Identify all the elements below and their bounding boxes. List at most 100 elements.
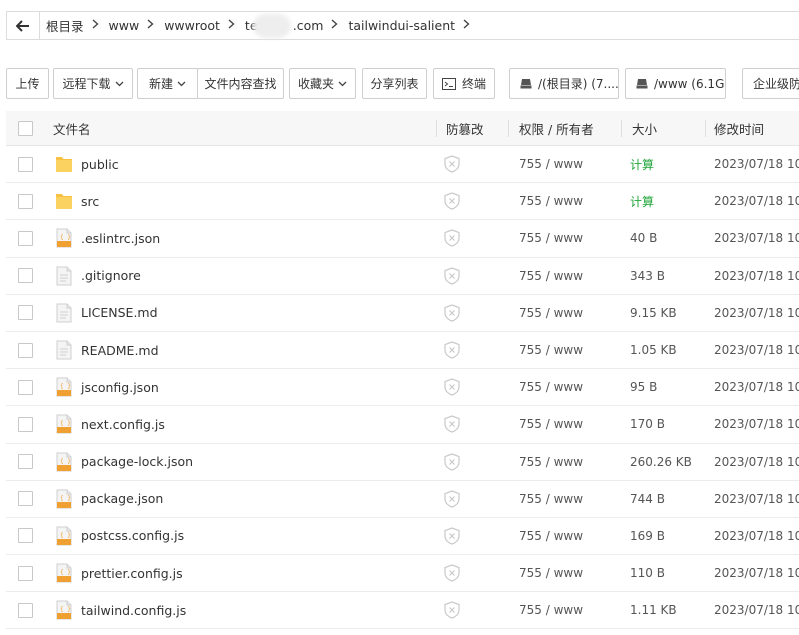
share-list-button[interactable]: 分享列表	[362, 68, 427, 99]
file-size[interactable]: 计算	[630, 146, 654, 182]
file-name[interactable]: public	[55, 146, 119, 182]
tamper-shield-icon[interactable]	[444, 444, 460, 480]
enterprise-protection-button[interactable]: 企业级防	[742, 68, 799, 99]
row-checkbox[interactable]	[18, 258, 33, 294]
tamper-shield-icon[interactable]	[444, 258, 460, 294]
code-file-icon: { }	[55, 377, 73, 397]
permission-owner[interactable]: 755 / www	[519, 518, 583, 554]
tamper-shield-icon[interactable]	[444, 220, 460, 256]
breadcrumb-item[interactable]: tailwindui-salient	[342, 12, 474, 39]
table-row[interactable]: .gitignore 755 / www 343 B 2023/07/18 10:2	[6, 258, 799, 295]
header-name[interactable]: 文件名	[53, 111, 91, 145]
file-name[interactable]: { } prettier.config.js	[55, 555, 183, 591]
tamper-shield-icon[interactable]	[444, 332, 460, 368]
table-row[interactable]: LICENSE.md 755 / www 9.15 KB 2023/07/18 10:…	[6, 295, 799, 332]
table-row[interactable]: { } postcss.config.js 755 / www 169 B 2023/0…	[6, 518, 799, 556]
permission-owner[interactable]: 755 / www	[519, 406, 583, 442]
permission-owner[interactable]: 755 / www	[519, 592, 583, 628]
file-name[interactable]: { } .eslintrc.json	[55, 220, 160, 256]
header-mtime[interactable]: 修改时间	[714, 111, 764, 145]
permission-owner[interactable]: 755 / www	[519, 183, 583, 219]
table-row[interactable]: { } jsconfig.json 755 / www 95 B 2023/07/18 …	[6, 369, 799, 407]
table-row[interactable]: { } prettier.config.js 755 / www 110 B 2023/…	[6, 555, 799, 593]
content-search-button[interactable]: 文件内容查找	[197, 68, 284, 99]
header-size[interactable]: 大小	[632, 111, 657, 145]
file-name[interactable]: { } jsconfig.json	[55, 369, 159, 405]
row-checkbox[interactable]	[18, 369, 33, 405]
row-checkbox[interactable]	[18, 406, 33, 442]
select-all-checkbox[interactable]	[18, 111, 33, 145]
file-name-label: postcss.config.js	[81, 528, 185, 544]
row-checkbox[interactable]	[18, 518, 33, 554]
code-file-icon: { }	[55, 414, 73, 434]
breadcrumb-item[interactable]: 根目录	[40, 12, 103, 39]
new-button[interactable]: 新建	[137, 68, 198, 99]
back-button[interactable]	[7, 12, 40, 39]
table-row[interactable]: src 755 / www 计算 2023/07/18 10:2	[6, 183, 799, 221]
permission-owner[interactable]: 755 / www	[519, 444, 583, 480]
file-name[interactable]: src	[55, 183, 99, 219]
tamper-shield-icon[interactable]	[444, 555, 460, 591]
upload-button[interactable]: 上传	[6, 68, 49, 99]
tamper-shield-icon[interactable]	[444, 369, 460, 405]
tamper-shield-icon[interactable]	[444, 295, 460, 331]
row-checkbox[interactable]	[18, 481, 33, 517]
disk-icon	[520, 78, 532, 89]
table-row[interactable]: README.md 755 / www 1.05 KB 2023/07/18 10:2	[6, 332, 799, 370]
row-checkbox[interactable]	[18, 146, 33, 182]
breadcrumb-item[interactable]: wwwroot	[158, 12, 239, 39]
modified-time: 2023/07/18 10:2	[714, 528, 799, 543]
file-name[interactable]: { } package-lock.json	[55, 444, 193, 480]
permission-owner[interactable]: 755 / www	[519, 258, 583, 294]
chevron-down-icon	[115, 81, 124, 87]
row-checkbox[interactable]	[18, 592, 33, 628]
tamper-shield-icon[interactable]	[444, 592, 460, 628]
file-size: 95 B	[630, 380, 658, 395]
file-name[interactable]: README.md	[55, 332, 159, 368]
row-checkbox[interactable]	[18, 220, 33, 256]
terminal-button[interactable]: 终端	[433, 68, 495, 99]
header-tamper: 防篡改	[446, 121, 484, 137]
permission-owner[interactable]: 755 / www	[519, 555, 583, 591]
file-name[interactable]: { } tailwind.config.js	[55, 592, 186, 628]
table-row[interactable]: { } package-lock.json 755 / www 260.26 KB 20…	[6, 444, 799, 481]
file-size[interactable]: 计算	[630, 183, 654, 219]
row-checkbox[interactable]	[18, 444, 33, 480]
breadcrumb-item[interactable]: www	[103, 12, 159, 39]
row-checkbox[interactable]	[18, 555, 33, 591]
permission-owner[interactable]: 755 / www	[519, 220, 583, 256]
remote-download-button[interactable]: 远程下载	[53, 68, 133, 99]
favorites-label: 收藏夹	[297, 77, 334, 91]
table-row[interactable]: public 755 / www 计算 2023/07/18 10:2	[6, 146, 799, 184]
row-checkbox[interactable]	[18, 332, 33, 368]
table-row[interactable]: { } package.json 755 / www 744 B 2023/07/18 …	[6, 481, 799, 518]
disk-www-button[interactable]: /www (6.1G)	[625, 68, 726, 99]
permission-owner[interactable]: 755 / www	[519, 332, 583, 368]
table-row[interactable]: { } .eslintrc.json 755 / www 40 B 2023/07/18…	[6, 220, 799, 258]
modified-time: 2023/07/18 10:2	[714, 380, 799, 395]
row-checkbox[interactable]	[18, 183, 33, 219]
file-name[interactable]: .gitignore	[55, 258, 141, 294]
tamper-shield-icon[interactable]	[444, 146, 460, 182]
row-checkbox[interactable]	[18, 295, 33, 331]
tamper-shield-icon[interactable]	[444, 183, 460, 219]
chevron-right-icon	[463, 18, 470, 33]
table-row[interactable]: { } next.config.js 755 / www 170 B 2023/07/1…	[6, 406, 799, 444]
file-name[interactable]: LICENSE.md	[55, 295, 158, 331]
svg-text:{ }: { }	[60, 383, 71, 390]
file-name[interactable]: { } postcss.config.js	[55, 518, 184, 554]
permission-owner[interactable]: 755 / www	[519, 295, 583, 331]
table-row[interactable]: { } tailwind.config.js 755 / www 1.11 KB 202…	[6, 592, 799, 630]
file-name[interactable]: { } next.config.js	[55, 406, 165, 442]
tamper-shield-icon[interactable]	[444, 481, 460, 517]
disk-root-button[interactable]: /(根目录) (7....	[509, 68, 619, 99]
favorites-button[interactable]: 收藏夹	[289, 68, 356, 99]
tamper-shield-icon[interactable]	[444, 518, 460, 554]
permission-owner[interactable]: 755 / www	[519, 146, 583, 182]
permission-owner[interactable]: 755 / www	[519, 481, 583, 517]
permission-owner[interactable]: 755 / www	[519, 369, 583, 405]
header-permission[interactable]: 权限 / 所有者	[519, 111, 594, 145]
tamper-shield-icon[interactable]	[444, 406, 460, 442]
file-name[interactable]: { } package.json	[55, 481, 163, 517]
folder-icon	[55, 154, 73, 174]
